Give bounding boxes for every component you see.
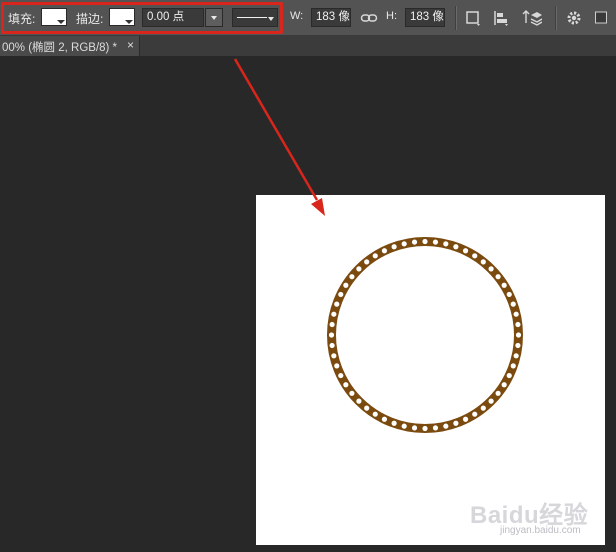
- ring-dot: [510, 301, 516, 307]
- ring-dot: [343, 382, 349, 388]
- ring-dot: [356, 398, 362, 404]
- ring-dot: [462, 416, 469, 422]
- ring-dot: [364, 259, 370, 265]
- ring-dot: [381, 416, 388, 422]
- height-input[interactable]: 183 像素: [405, 8, 445, 27]
- ring-dots: [328, 238, 522, 432]
- ring-dot: [506, 291, 512, 298]
- chevron-down-icon: [268, 17, 274, 21]
- watermark-url: jingyan.baidu.com: [500, 525, 581, 536]
- ring-dot: [338, 372, 344, 379]
- ring-dot: [513, 353, 519, 359]
- ring-dot: [495, 390, 501, 396]
- ring-dot: [391, 420, 397, 426]
- ring-dot: [372, 411, 378, 417]
- chevron-down-icon: [125, 20, 133, 24]
- path-operations-icon[interactable]: [464, 9, 482, 27]
- stroke-label: 描边:: [76, 12, 104, 26]
- document-tab[interactable]: 00% (椭圆 2, RGB/8) * ×: [0, 36, 140, 56]
- ring-dot: [515, 342, 521, 349]
- ring-dot: [488, 398, 494, 404]
- gear-icon[interactable]: [565, 9, 583, 27]
- stroke-swatch[interactable]: [109, 8, 135, 26]
- stroke-width-input[interactable]: 0.00 点: [142, 8, 204, 27]
- ring-dot: [334, 363, 340, 369]
- ring-dot: [328, 332, 335, 338]
- ring-dot: [329, 342, 335, 349]
- document-canvas[interactable]: [256, 195, 605, 545]
- ring-dot: [331, 311, 337, 317]
- ring-dot: [401, 423, 407, 429]
- ring-dot: [349, 274, 355, 280]
- ring-dot: [472, 253, 478, 259]
- ring-dot: [501, 282, 507, 288]
- ring-dot: [331, 353, 337, 359]
- ring-dot: [343, 282, 349, 288]
- ring-dot: [381, 248, 388, 254]
- ring-dot: [432, 425, 439, 431]
- stroke-type-dropdown[interactable]: [232, 8, 278, 27]
- separator: [455, 6, 457, 30]
- ring-dot: [480, 405, 486, 411]
- path-arrangement-icon[interactable]: [522, 9, 542, 27]
- ring-dot: [506, 372, 512, 379]
- ellipse-shape[interactable]: [256, 195, 605, 545]
- document-tab-bar: 00% (椭圆 2, RGB/8) * ×: [0, 36, 616, 56]
- ring-dot: [422, 425, 428, 432]
- ring-dot: [480, 259, 486, 265]
- separator: [555, 6, 557, 30]
- ring-dot: [515, 332, 522, 338]
- ring-dot: [515, 321, 521, 328]
- fill-label: 填充:: [8, 12, 36, 26]
- path-alignment-icon[interactable]: [492, 9, 510, 27]
- fill-swatch[interactable]: [41, 8, 67, 26]
- ring-dot: [411, 239, 418, 245]
- align-edges-checkbox[interactable]: [594, 9, 612, 27]
- ring-dot: [462, 248, 469, 254]
- close-icon[interactable]: ×: [127, 38, 134, 52]
- ring-dot: [488, 266, 494, 272]
- ring-dot: [501, 382, 507, 388]
- ring-dot: [432, 239, 439, 245]
- document-tab-title: 00% (椭圆 2, RGB/8) *: [2, 42, 118, 54]
- ring-dot: [329, 321, 335, 328]
- ring-dot: [453, 244, 459, 250]
- ring-dot: [372, 253, 378, 259]
- stroke-width-dropdown[interactable]: [205, 8, 223, 27]
- ring-dot: [401, 241, 407, 247]
- height-label: H:: [386, 10, 397, 22]
- ring-dot: [443, 241, 449, 247]
- chevron-down-icon: [57, 20, 65, 24]
- ring-dot: [349, 390, 355, 396]
- ring-dot: [495, 274, 501, 280]
- ring-dot: [364, 405, 370, 411]
- ring-dot: [510, 363, 516, 369]
- ring-dot: [411, 425, 418, 431]
- options-bar: 填充: 描边: 0.00 点 W: 183 像素 H: 183 像素: [0, 0, 616, 36]
- width-input[interactable]: 183 像素: [311, 8, 351, 27]
- ring-dot: [338, 291, 344, 298]
- watermark: Baidu经验 jingyan.baidu.com: [470, 495, 590, 547]
- ring-dot: [443, 423, 449, 429]
- ring-dot: [472, 411, 478, 417]
- ring-dot: [356, 266, 362, 272]
- ring-dot: [391, 244, 397, 250]
- ring-dot: [513, 311, 519, 317]
- ring-dot: [334, 301, 340, 307]
- width-label: W:: [290, 10, 304, 22]
- stroke-line-icon: [237, 17, 267, 18]
- link-icon[interactable]: [360, 9, 378, 27]
- ring-dot: [453, 420, 459, 426]
- ring-dot: [422, 238, 428, 245]
